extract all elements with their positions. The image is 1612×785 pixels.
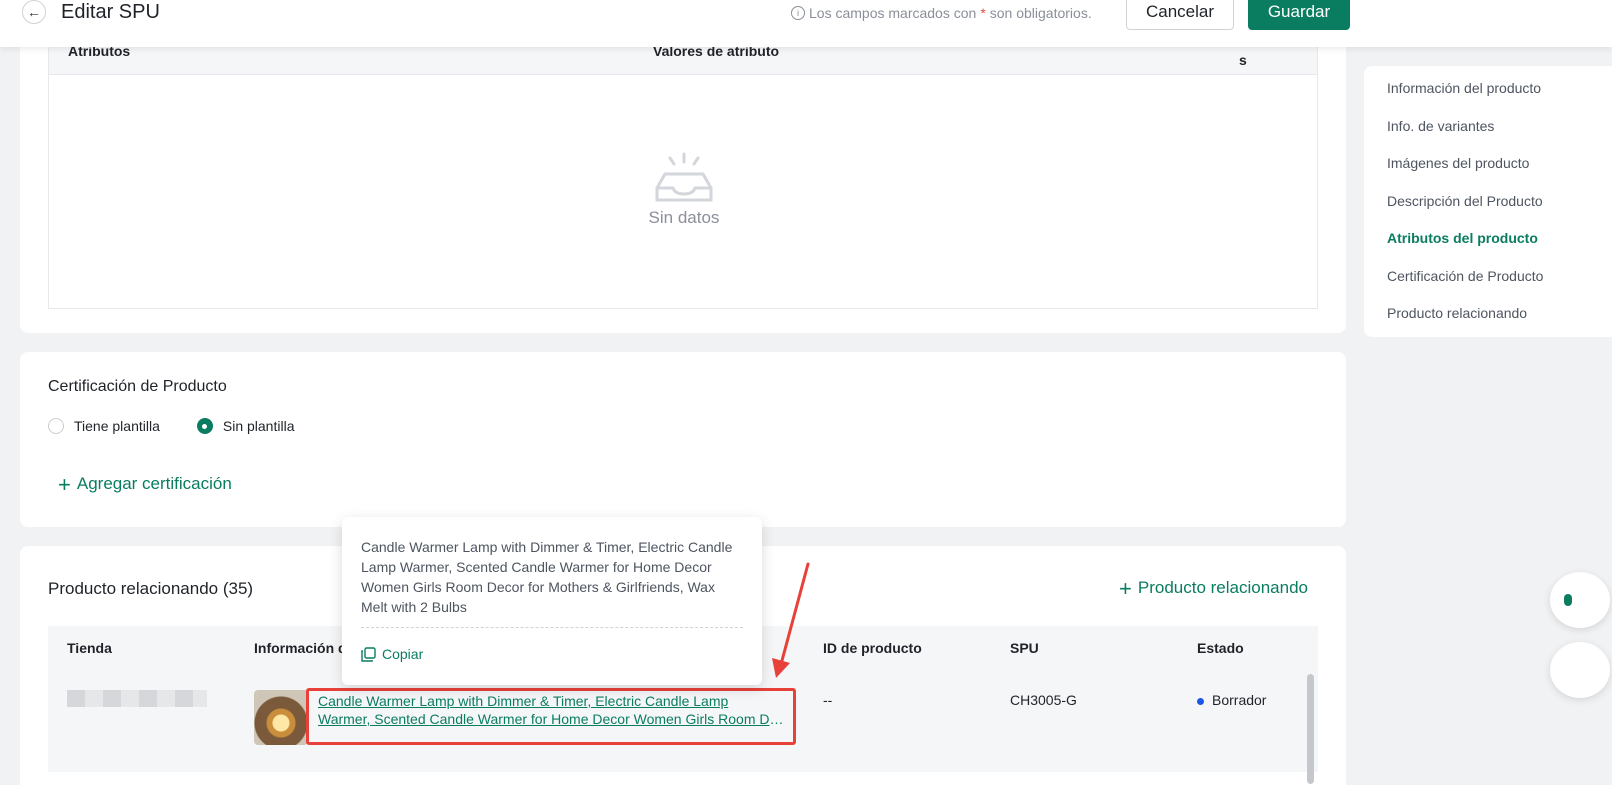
nav-item-description[interactable]: Descripción del Producto — [1364, 191, 1612, 229]
annotation-arrow-icon — [772, 562, 810, 678]
table-scrollbar[interactable] — [1307, 674, 1314, 784]
radio-no-template[interactable] — [196, 418, 213, 434]
nav-item-attributes[interactable]: Atributos del producto — [1364, 228, 1612, 266]
nav-item-images[interactable]: Imágenes del producto — [1364, 153, 1612, 191]
cancel-button[interactable]: Cancelar — [1126, 0, 1234, 30]
column-header-info: Información d — [254, 640, 347, 656]
plus-icon: + — [58, 471, 71, 497]
back-button[interactable]: ← — [22, 0, 46, 24]
attributes-card: Atributos Valores de atributo s Sin dato… — [20, 30, 1346, 333]
product-id-value: -- — [823, 692, 833, 708]
required-note: i Los campos marcados con * son obligato… — [791, 5, 1092, 21]
save-button[interactable]: Guardar — [1248, 0, 1350, 30]
certification-title: Certificación de Producto — [48, 378, 227, 395]
column-header-product-id: ID de producto — [823, 640, 922, 656]
arrow-left-icon: ← — [27, 4, 41, 20]
column-header-store: Tienda — [67, 640, 112, 656]
plus-icon: + — [1119, 575, 1132, 601]
product-thumbnail — [254, 690, 308, 745]
status-badge: Borrador — [1197, 692, 1266, 708]
related-products-title: Producto relacionando (35) — [48, 579, 254, 598]
copy-icon — [361, 646, 376, 662]
page-title: Editar SPU — [61, 1, 160, 23]
nav-item-variants[interactable]: Info. de variantes — [1364, 116, 1612, 154]
add-related-product-button[interactable]: + Producto relacionando — [1119, 575, 1308, 601]
nav-item-related[interactable]: Producto relacionando — [1364, 303, 1612, 341]
empty-inbox-icon — [655, 152, 713, 202]
attributes-table: Atributos Valores de atributo s Sin dato… — [48, 30, 1318, 309]
empty-state: Sin datos — [49, 152, 1319, 228]
add-certification-button[interactable]: + Agregar certificación — [58, 471, 232, 497]
table-row: Candle Warmer Lamp with Dimmer & Timer, … — [48, 672, 1318, 784]
template-radio-group: Tiene plantilla Sin plantilla — [48, 418, 331, 434]
store-name-blurred — [67, 690, 207, 707]
title-tooltip: Candle Warmer Lamp with Dimmer & Timer, … — [342, 517, 762, 685]
spu-value: CH3005-G — [1010, 692, 1077, 708]
section-nav: Información del producto Info. de varian… — [1364, 66, 1612, 337]
column-header-status: Estado — [1197, 640, 1244, 656]
tooltip-text: Candle Warmer Lamp with Dimmer & Timer, … — [361, 537, 743, 628]
column-header-extra: s — [1239, 52, 1247, 68]
product-title-link[interactable]: Candle Warmer Lamp with Dimmer & Timer, … — [318, 692, 784, 728]
copy-button[interactable]: Copiar — [361, 646, 743, 662]
nav-item-product-info[interactable]: Información del producto — [1364, 78, 1612, 116]
floating-action-button[interactable] — [1550, 572, 1610, 628]
floating-action-button-secondary[interactable] — [1550, 642, 1610, 698]
page-header: ← Editar SPU i Los campos marcados con *… — [0, 0, 1612, 47]
empty-text: Sin datos — [648, 208, 720, 227]
info-icon: i — [791, 6, 805, 20]
floating-dot-icon — [1564, 594, 1572, 606]
certification-card: Certificación de Producto Tiene plantill… — [20, 352, 1346, 527]
nav-item-certification[interactable]: Certificación de Producto — [1364, 266, 1612, 304]
status-dot-icon — [1197, 697, 1204, 705]
radio-label-has-template[interactable]: Tiene plantilla — [74, 418, 160, 434]
radio-has-template[interactable] — [48, 418, 64, 434]
column-header-spu: SPU — [1010, 640, 1039, 656]
radio-label-no-template[interactable]: Sin plantilla — [223, 418, 295, 434]
